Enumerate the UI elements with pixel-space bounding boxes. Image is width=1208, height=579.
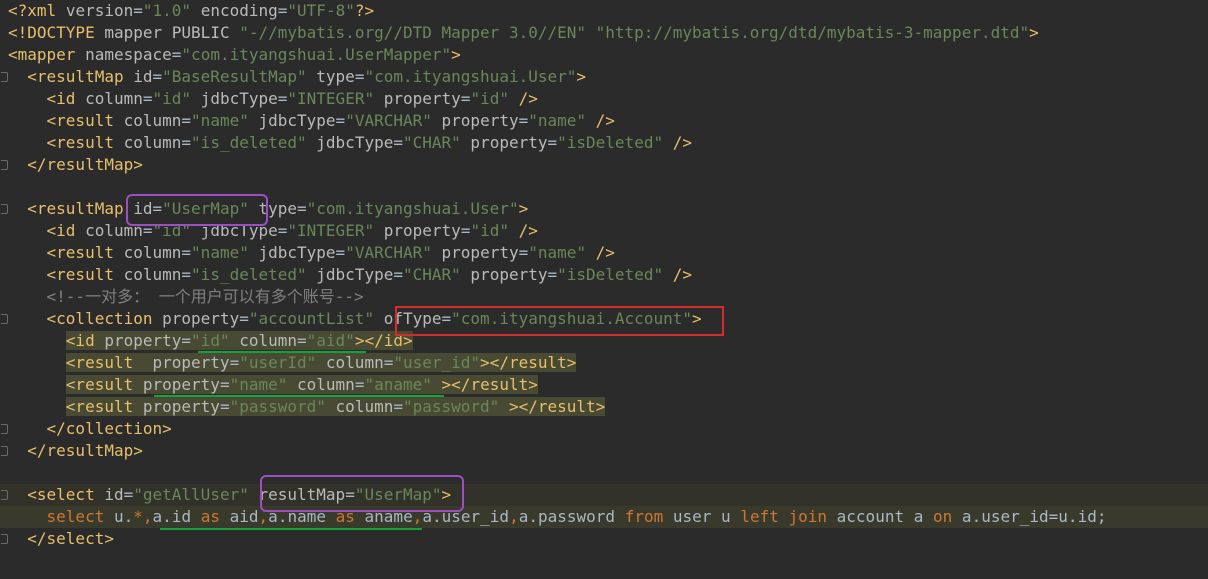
- code-text: <result property="userId" column="user_i…: [65, 353, 577, 372]
- code-text: </collection>: [46, 419, 172, 438]
- code-line[interactable]: <result column="name" jdbcType="VARCHAR"…: [0, 242, 1208, 264]
- fold-marker-icon[interactable]: [0, 204, 8, 214]
- code-text: <id column="id" jdbcType="INTEGER" prope…: [46, 221, 538, 240]
- code-text: <resultMap id="BaseResultMap" type="com.…: [27, 67, 587, 86]
- fold-marker-icon[interactable]: [0, 446, 8, 456]
- code-text: <mapper namespace="com.ityangshuai.UserM…: [8, 45, 461, 64]
- code-line[interactable]: </resultMap>: [0, 440, 1208, 462]
- code-text: <!--一对多： 一个用户可以有多个账号-->: [46, 287, 364, 306]
- code-text: <!DOCTYPE mapper PUBLIC "-//mybatis.org/…: [8, 23, 1039, 42]
- code-line[interactable]: [0, 176, 1208, 198]
- code-text: <id column="id" jdbcType="INTEGER" prope…: [46, 89, 538, 108]
- code-line[interactable]: <resultMap id="BaseResultMap" type="com.…: [0, 66, 1208, 88]
- code-line[interactable]: <result property="password" column="pass…: [0, 396, 1208, 418]
- fold-marker-icon[interactable]: [0, 534, 8, 544]
- code-line[interactable]: </resultMap>: [0, 154, 1208, 176]
- code-line[interactable]: </collection>: [0, 418, 1208, 440]
- code-text: <result column="name" jdbcType="VARCHAR"…: [46, 111, 615, 130]
- code-line[interactable]: <result column="name" jdbcType="VARCHAR"…: [0, 110, 1208, 132]
- code-editor[interactable]: <?xml version="1.0" encoding="UTF-8"?> <!…: [0, 0, 1208, 579]
- green-underline: [160, 528, 422, 530]
- green-underline: [154, 395, 444, 397]
- code-line[interactable]: <mapper namespace="com.ityangshuai.UserM…: [0, 44, 1208, 66]
- green-underline: [198, 351, 366, 353]
- code-text: </resultMap>: [27, 155, 143, 174]
- code-text: <resultMap id="UserMap" type="com.ityang…: [27, 199, 529, 218]
- code-line[interactable]: <collection property="accountList" ofTyp…: [0, 308, 1208, 330]
- code-text: select u.*,a.id as aid,a.name as aname,a…: [46, 507, 1107, 526]
- code-line[interactable]: </select>: [0, 528, 1208, 550]
- code-line[interactable]: <id property="id" column="aid"></id>: [0, 330, 1208, 352]
- code-text: <id property="id" column="aid"></id>: [65, 331, 413, 350]
- code-text: <?xml version="1.0" encoding="UTF-8"?>: [8, 1, 375, 20]
- code-text: <select id="getAllUser" resultMap="UserM…: [27, 485, 452, 504]
- code-line[interactable]: <result property="name" column="aname" >…: [0, 374, 1208, 396]
- code-line[interactable]: <?xml version="1.0" encoding="UTF-8"?>: [0, 0, 1208, 22]
- code-line[interactable]: <id column="id" jdbcType="INTEGER" prope…: [0, 220, 1208, 242]
- code-line[interactable]: <id column="id" jdbcType="INTEGER" prope…: [0, 88, 1208, 110]
- code-line[interactable]: <resultMap id="UserMap" type="com.ityang…: [0, 198, 1208, 220]
- fold-marker-icon[interactable]: [0, 72, 8, 82]
- code-text: <result column="is_deleted" jdbcType="CH…: [46, 133, 692, 152]
- fold-marker-icon[interactable]: [0, 424, 8, 434]
- code-text: <result property="name" column="aname" >…: [65, 375, 538, 394]
- code-text: <collection property="accountList" ofTyp…: [46, 309, 702, 328]
- code-line[interactable]: <result property="userId" column="user_i…: [0, 352, 1208, 374]
- code-text: <result column="is_deleted" jdbcType="CH…: [46, 265, 692, 284]
- code-text: </select>: [27, 529, 114, 548]
- code-text: </resultMap>: [27, 441, 143, 460]
- code-line[interactable]: <!--一对多： 一个用户可以有多个账号-->: [0, 286, 1208, 308]
- code-line[interactable]: <result column="is_deleted" jdbcType="CH…: [0, 132, 1208, 154]
- code-line[interactable]: [0, 462, 1208, 484]
- fold-marker-icon[interactable]: [0, 160, 8, 170]
- code-line[interactable]: <!DOCTYPE mapper PUBLIC "-//mybatis.org/…: [0, 22, 1208, 44]
- fold-marker-icon[interactable]: [0, 314, 8, 324]
- code-line[interactable]: <select id="getAllUser" resultMap="UserM…: [0, 484, 1208, 506]
- code-line[interactable]: select u.*,a.id as aid,a.name as aname,a…: [0, 506, 1208, 528]
- code-text: <result column="name" jdbcType="VARCHAR"…: [46, 243, 615, 262]
- fold-marker-icon[interactable]: [0, 490, 8, 500]
- code-line[interactable]: <result column="is_deleted" jdbcType="CH…: [0, 264, 1208, 286]
- code-text: <result property="password" column="pass…: [65, 397, 606, 416]
